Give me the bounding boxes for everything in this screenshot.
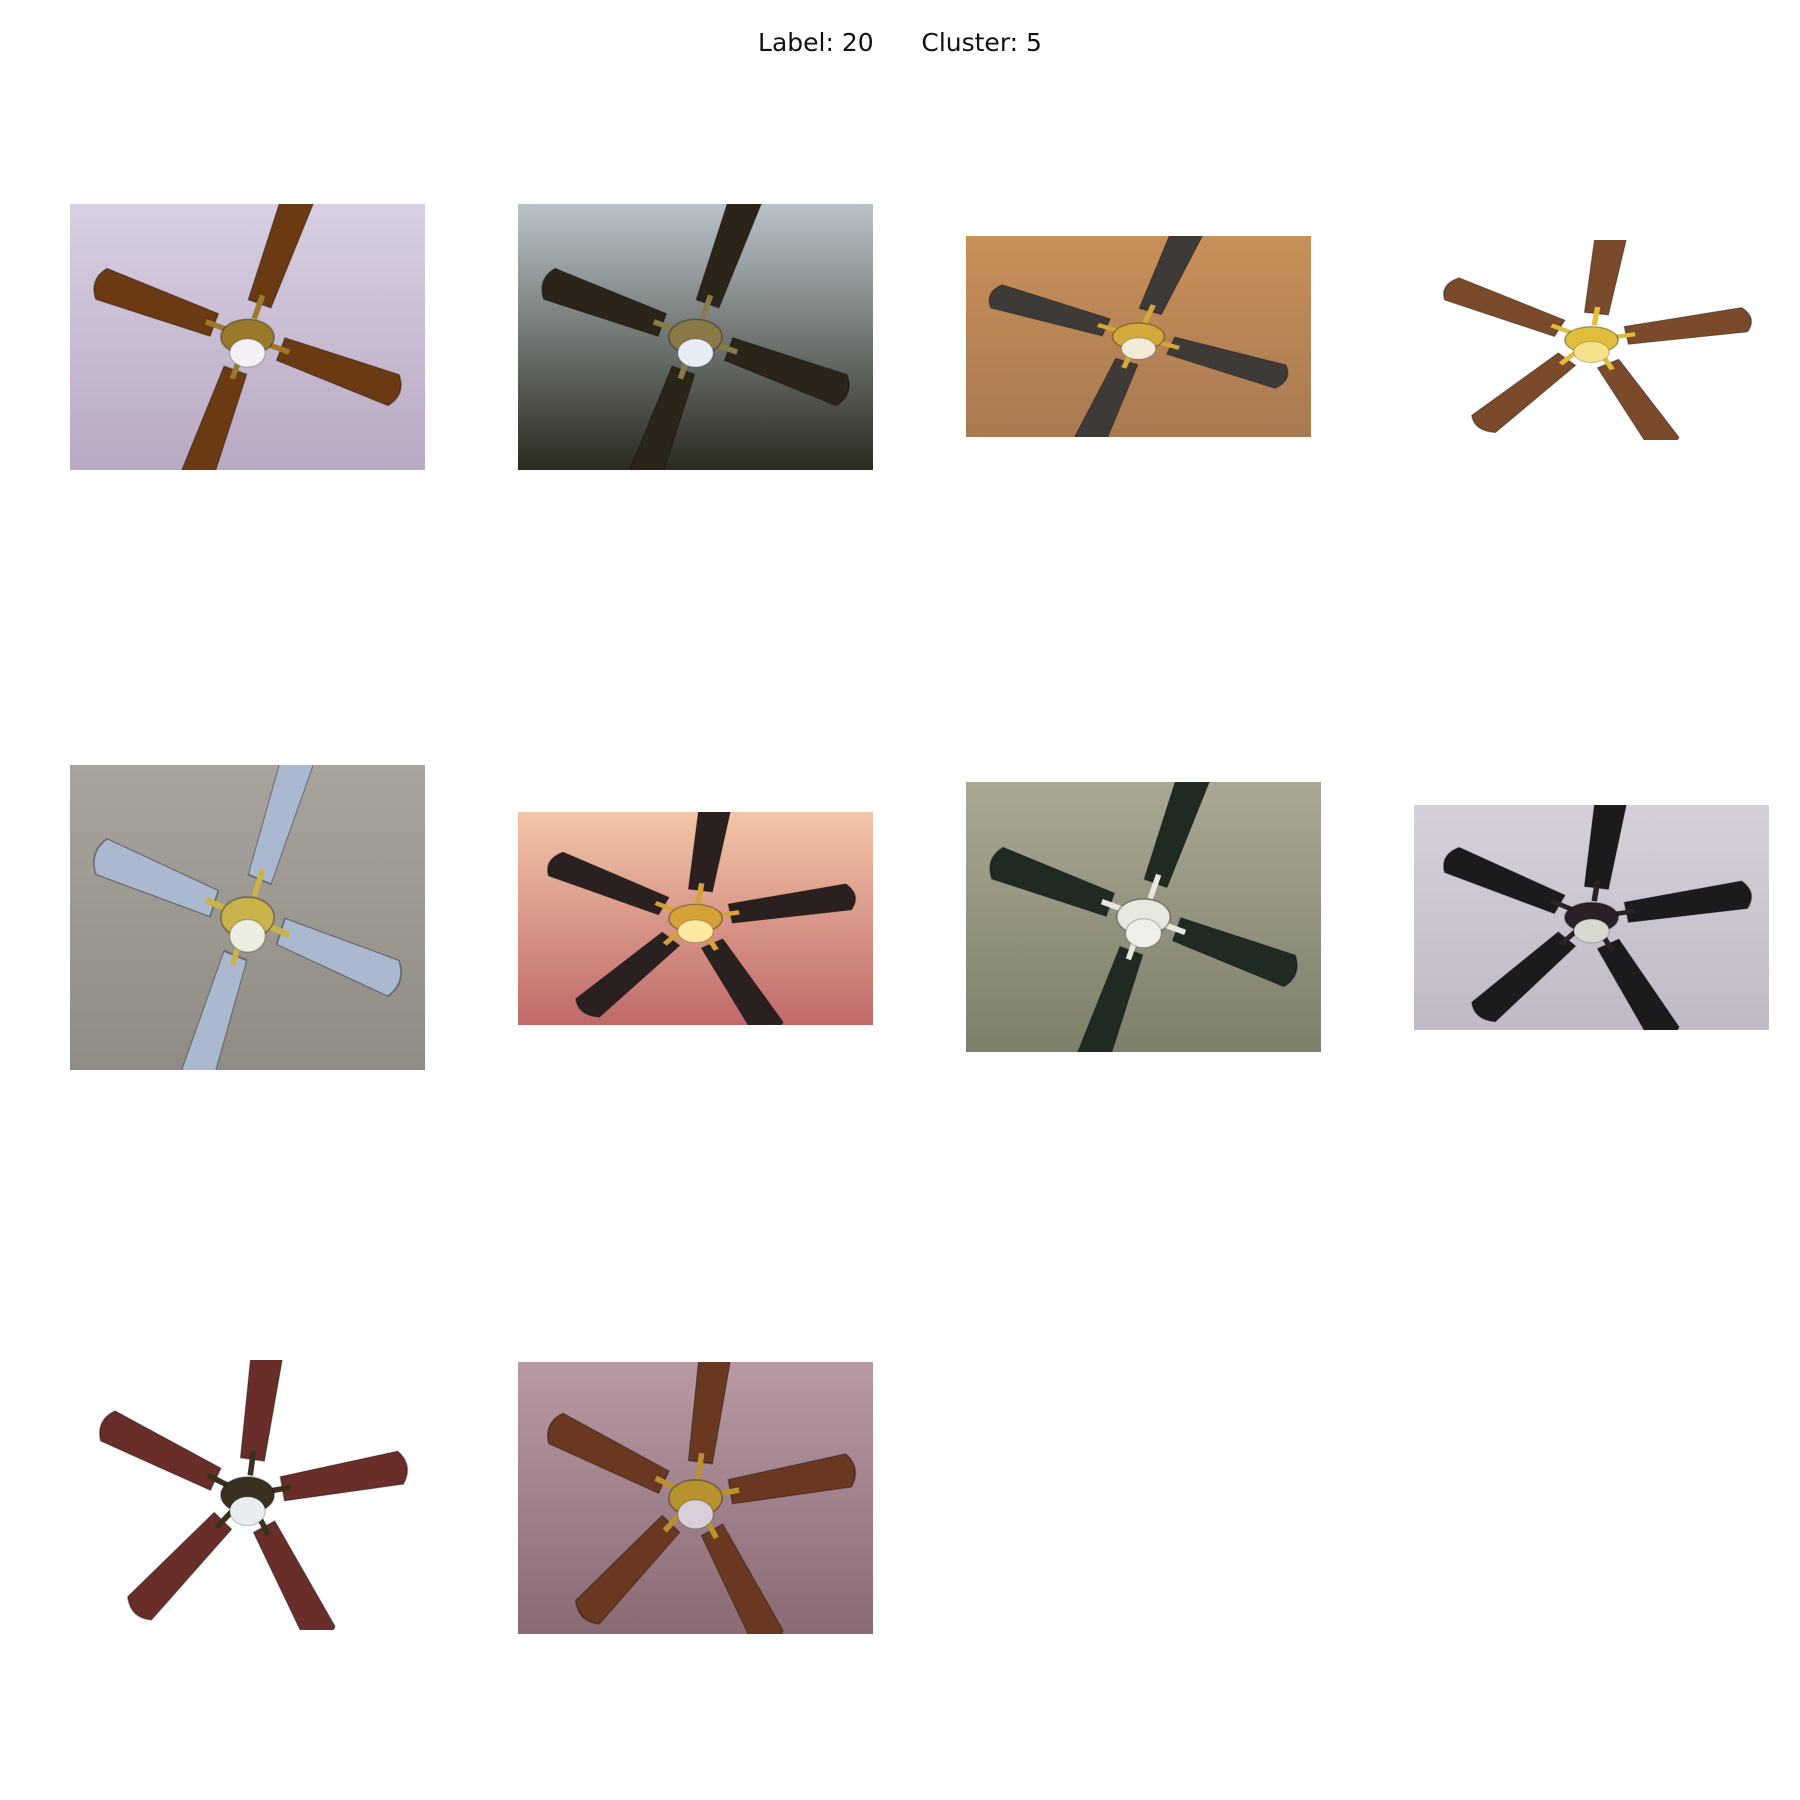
fan-light-globe: [1120, 337, 1157, 360]
cluster-text: Cluster: 5: [921, 28, 1042, 57]
figure-title: Label: 20 Cluster: 5: [0, 28, 1800, 57]
fan-illustration: [1414, 805, 1769, 1030]
fan-image-2: [518, 204, 873, 470]
fan-light-globe: [229, 918, 266, 953]
fan-illustration: [70, 1360, 425, 1630]
fan-light-globe: [1573, 340, 1610, 364]
label-text: Label: 20: [758, 28, 874, 57]
fan-illustration: [966, 236, 1311, 437]
fan-image-6: [518, 812, 873, 1025]
fan-illustration: [1414, 240, 1769, 440]
fan-image-8: [1414, 805, 1769, 1030]
fan-image-4: [1414, 240, 1769, 440]
fan-illustration: [70, 204, 425, 470]
fan-image-10: [518, 1362, 873, 1634]
fan-illustration: [518, 204, 873, 470]
fan-image-3: [966, 236, 1311, 437]
fan-illustration: [966, 782, 1321, 1052]
fan-image-5: [70, 765, 425, 1070]
fan-light-globe: [229, 338, 266, 368]
fan-light-globe: [229, 1496, 266, 1527]
fan-light-globe: [677, 919, 714, 944]
fan-light-globe: [677, 1499, 714, 1530]
fan-image-9: [70, 1360, 425, 1630]
fan-image-1: [70, 204, 425, 470]
fan-illustration: [70, 765, 425, 1070]
fan-light-globe: [1125, 918, 1162, 949]
fan-image-7: [966, 782, 1321, 1052]
fan-light-globe: [677, 338, 714, 368]
fan-illustration: [518, 1362, 873, 1634]
fan-light-globe: [1573, 918, 1610, 944]
fan-illustration: [518, 812, 873, 1025]
